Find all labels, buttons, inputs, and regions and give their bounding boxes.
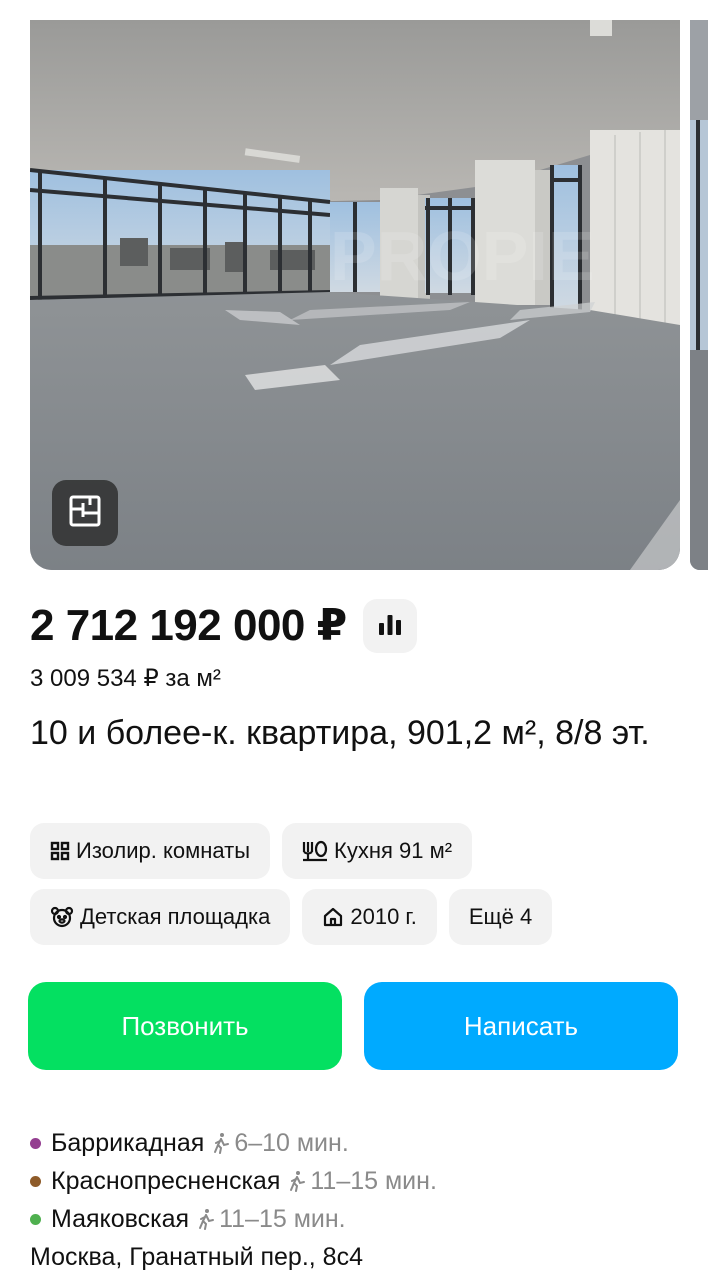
- feature-chips-row-2: Детская площадка 2010 г. Ещё 4: [30, 889, 553, 945]
- floor-plan-button[interactable]: [52, 480, 118, 546]
- photo-gallery[interactable]: PROPIE: [0, 0, 708, 570]
- address[interactable]: Москва, Гранатный пер., 8с4: [30, 1240, 363, 1274]
- chip-playground: Детская площадка: [30, 889, 291, 945]
- chip-label: Детская площадка: [80, 904, 271, 929]
- price-row: 2 712 192 000 ₽: [30, 598, 417, 654]
- playground-bear-icon: [50, 906, 74, 928]
- walk-time: 6–10 мин.: [234, 1128, 349, 1157]
- house-icon: [322, 906, 344, 928]
- walk-time: 11–15 мин.: [219, 1204, 346, 1233]
- write-message-button[interactable]: Написать: [364, 982, 678, 1070]
- rooms-grid-icon: [50, 841, 70, 861]
- call-button[interactable]: Позвонить: [28, 982, 342, 1070]
- feature-chips-row-1: Изолир. комнаты Кухня 91 м²: [30, 823, 473, 879]
- walking-person-icon: [212, 1132, 230, 1154]
- walking-person-icon: [288, 1170, 306, 1192]
- walk-time: 11–15 мин.: [310, 1166, 437, 1195]
- floor-plan-icon: [68, 494, 102, 533]
- kitchen-icon: [302, 840, 328, 862]
- metro-line-dot: [30, 1175, 41, 1187]
- chip-kitchen: Кухня 91 м²: [282, 823, 473, 879]
- bar-chart-icon: [378, 613, 402, 640]
- price: 2 712 192 000 ₽: [30, 601, 347, 650]
- price-per-square-meter: 3 009 534 ₽ за м²: [30, 665, 221, 692]
- listing-title: 10 и более-к. квартира, 901,2 м², 8/8 эт…: [30, 714, 650, 752]
- metro-stations: Баррикадная 6–10 мин. Краснопресненская …: [30, 1124, 437, 1238]
- metro-station-name: Маяковская: [51, 1204, 190, 1233]
- contact-actions: Позвонить Написать: [28, 982, 678, 1070]
- metro-line-dot: [30, 1137, 41, 1149]
- listing-photo[interactable]: PROPIE: [30, 20, 680, 570]
- chip-build-year: 2010 г.: [302, 889, 437, 945]
- chip-more[interactable]: Ещё 4: [448, 889, 553, 945]
- chip-isolated-rooms: Изолир. комнаты: [30, 823, 271, 879]
- chip-label: 2010 г.: [350, 904, 417, 929]
- chip-label: Ещё 4: [468, 904, 533, 929]
- metro-station: Баррикадная 6–10 мин.: [30, 1124, 437, 1162]
- walking-person-icon: [197, 1208, 215, 1230]
- metro-station-name: Баррикадная: [51, 1128, 205, 1157]
- chip-label: Изолир. комнаты: [76, 838, 251, 863]
- photo-watermark: PROPIE: [330, 217, 595, 295]
- metro-station: Маяковская 11–15 мин.: [30, 1200, 437, 1238]
- metro-line-dot: [30, 1213, 41, 1225]
- chip-label: Кухня 91 м²: [334, 838, 453, 863]
- metro-station-name: Краснопресненская: [51, 1166, 281, 1195]
- price-history-button[interactable]: [362, 599, 417, 653]
- metro-station: Краснопресненская 11–15 мин.: [30, 1162, 437, 1200]
- next-photo-preview[interactable]: [690, 20, 708, 570]
